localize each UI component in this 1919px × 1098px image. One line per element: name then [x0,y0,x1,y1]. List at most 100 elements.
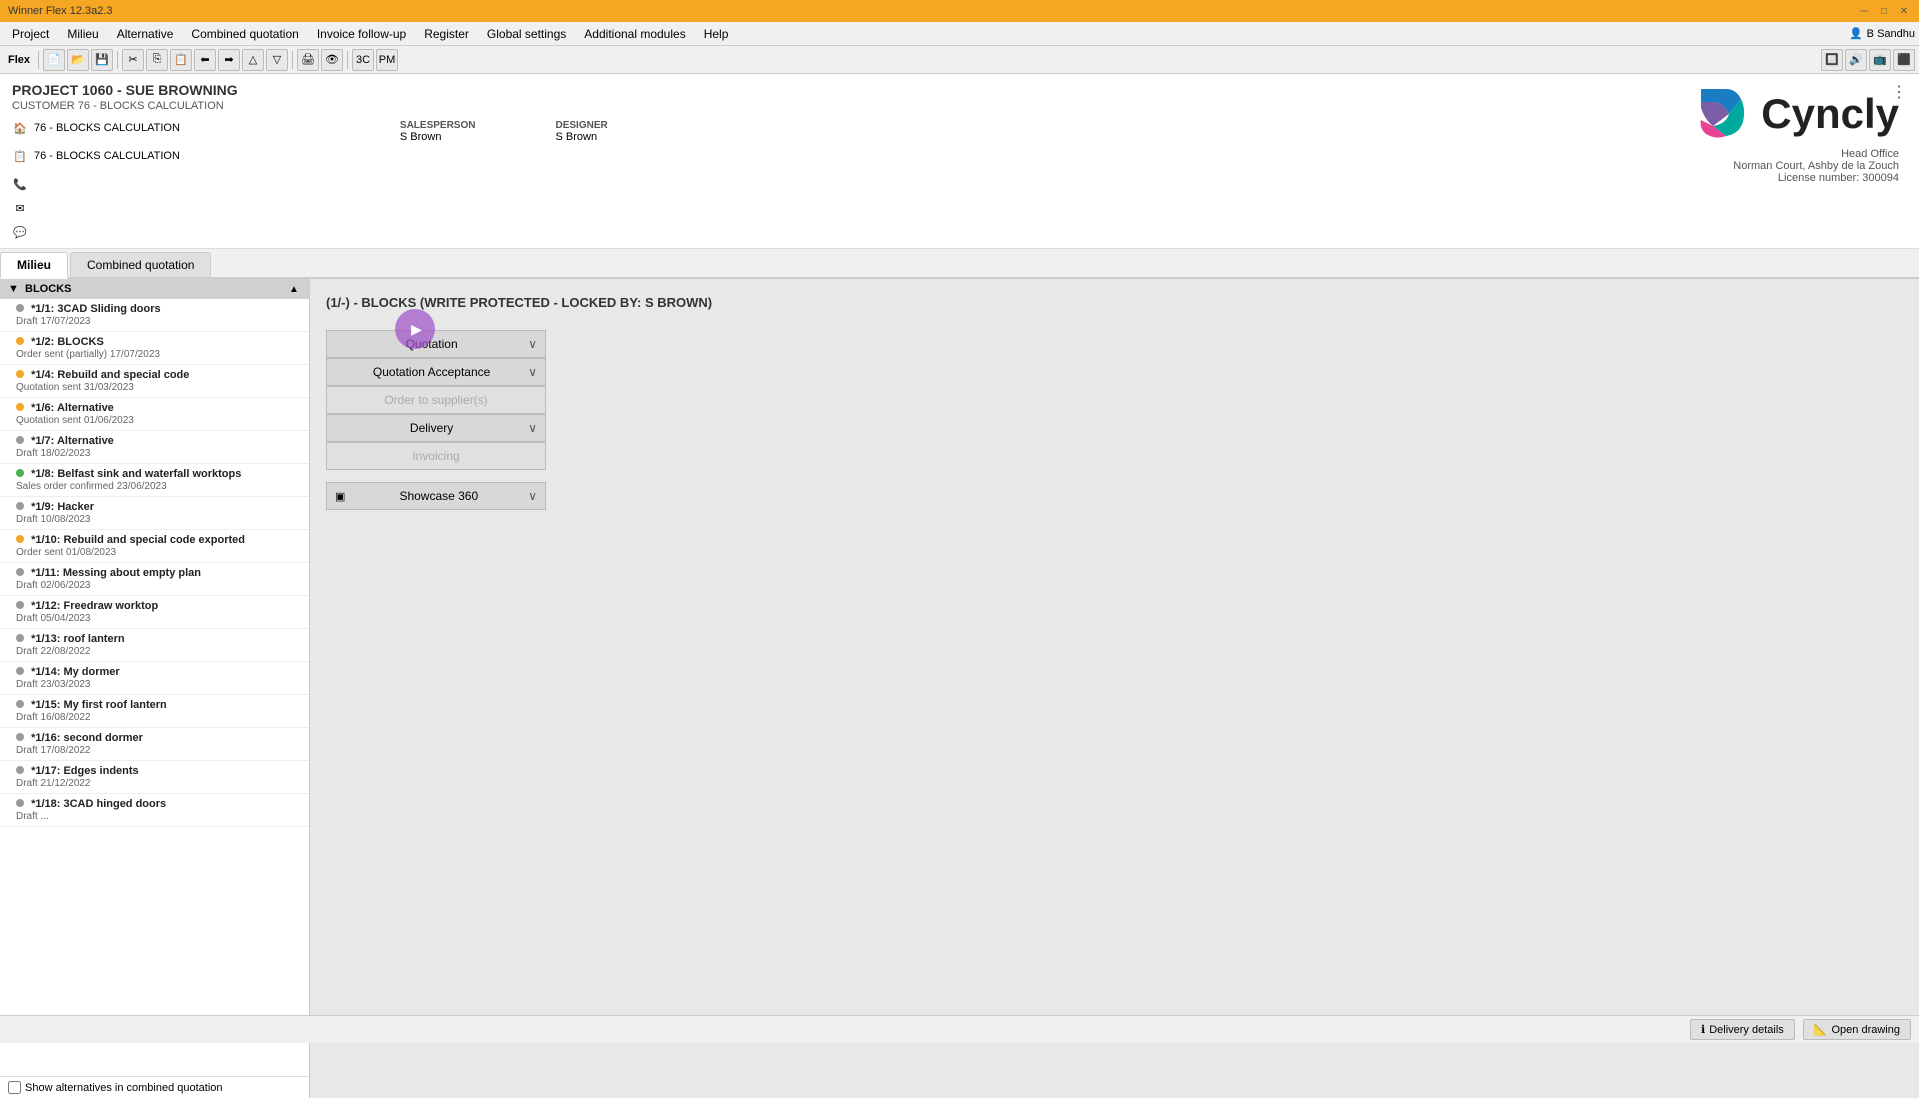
new-button[interactable]: 📄 [43,49,65,71]
menu-alternative[interactable]: Alternative [109,25,182,43]
item-title: *1/2: BLOCKS [16,336,301,348]
list-item[interactable]: *1/15: My first roof lantern Draft 16/08… [0,695,309,728]
status-dot [16,304,24,312]
menu-milieu[interactable]: Milieu [59,25,106,43]
item-title: *1/11: Messing about empty plan [16,567,301,579]
designer-block: DESIGNER S Brown [555,120,607,143]
tb-right-btn-4[interactable]: ⬛ [1893,49,1915,71]
project-subtitle: CUSTOMER 76 - BLOCKS CALCULATION [12,100,1907,112]
email-icon: ✉ [12,200,28,216]
tb-btn-6[interactable]: △ [242,49,264,71]
list-item[interactable]: *1/4: Rebuild and special code Quotation… [0,365,309,398]
menu-register[interactable]: Register [416,25,477,43]
workflow-quotation[interactable]: Quotation ∨ [326,330,546,358]
status-dot [16,535,24,543]
open-drawing-label: Open drawing [1832,1024,1901,1036]
status-dot [16,667,24,675]
save-button[interactable]: 💾 [91,49,113,71]
item-subtitle: Draft 18/02/2023 [16,448,301,459]
cut-button[interactable]: ✂ [122,49,144,71]
menu-additional-modules[interactable]: Additional modules [576,25,693,43]
drawing-icon: 📋 [12,148,28,164]
tab-combined-quotation[interactable]: Combined quotation [70,252,211,277]
item-title: *1/1: 3CAD Sliding doors [16,303,301,315]
tab-milieu[interactable]: Milieu [0,252,68,279]
minimize-button[interactable]: ─ [1857,4,1871,18]
toolbar-label: Flex [4,54,34,66]
menu-bar: Project Milieu Alternative Combined quot… [0,22,1919,46]
item-title: *1/6: Alternative [16,402,301,414]
status-dot [16,436,24,444]
user-area: 👤 B Sandhu [1849,27,1915,40]
tb-right-btn-3[interactable]: 📺 [1869,49,1891,71]
collapse-icon[interactable]: ▼ [8,283,19,295]
menu-help[interactable]: Help [696,25,737,43]
toolbar-sep-3 [292,51,293,69]
delivery-details-label: Delivery details [1709,1024,1784,1036]
list-item[interactable]: *1/1: 3CAD Sliding doors Draft 17/07/202… [0,299,309,332]
salesperson-block: SALESPERSON S Brown [400,120,476,143]
workflow-delivery[interactable]: Delivery ∨ [326,414,546,442]
toolbar-sep-1 [38,51,39,69]
cyncly-logo-icon [1691,84,1751,144]
project-title: PROJECT 1060 - SUE BROWNING [12,82,1907,98]
sidebar-header-label: ▼ BLOCKS [8,283,71,295]
item-subtitle: Quotation sent 31/03/2023 [16,382,301,393]
workflow-label: Invoicing [335,449,537,463]
list-item[interactable]: *1/18: 3CAD hinged doors Draft ... [0,794,309,827]
open-drawing-button[interactable]: 📐 Open drawing [1803,1019,1911,1040]
item-title: *1/10: Rebuild and special code exported [16,534,301,546]
list-item[interactable]: *1/2: BLOCKS Order sent (partially) 17/0… [0,332,309,365]
status-dot [16,370,24,378]
item-title: *1/18: 3CAD hinged doors [16,798,301,810]
tb-btn-4[interactable]: ⬅ [194,49,216,71]
tb-btn-7[interactable]: ▽ [266,49,288,71]
list-item[interactable]: *1/6: Alternative Quotation sent 01/06/2… [0,398,309,431]
print-button[interactable]: 🖨 [297,49,319,71]
paste-button[interactable]: 📋 [170,49,192,71]
workflow-label: Quotation Acceptance [335,365,528,379]
address-line1: Head Office Norman Court, Ashby de la Zo… [1691,148,1899,172]
list-item[interactable]: *1/7: Alternative Draft 18/02/2023 [0,431,309,464]
list-item[interactable]: *1/10: Rebuild and special code exported… [0,530,309,563]
list-item[interactable]: *1/14: My dormer Draft 23/03/2023 [0,662,309,695]
item-subtitle: Draft 17/08/2022 [16,745,301,756]
list-item[interactable]: *1/11: Messing about empty plan Draft 02… [0,563,309,596]
menu-combined-quotation[interactable]: Combined quotation [183,25,306,43]
workflow-label: Delivery [335,421,528,435]
open-button[interactable]: 📂 [67,49,89,71]
workflow-label: Order to supplier(s) [335,393,537,407]
tb-right-btn-2[interactable]: 🔊 [1845,49,1867,71]
delivery-details-button[interactable]: ℹ Delivery details [1690,1019,1795,1040]
list-item[interactable]: *1/9: Hacker Draft 10/08/2023 [0,497,309,530]
menu-invoice-followup[interactable]: Invoice follow-up [309,25,414,43]
workflow-quotation-acceptance[interactable]: Quotation Acceptance ∨ [326,358,546,386]
maximize-button[interactable]: □ [1877,4,1891,18]
item-subtitle: Order sent 01/08/2023 [16,547,301,558]
tb-btn-5[interactable]: ➡ [218,49,240,71]
menu-global-settings[interactable]: Global settings [479,25,574,43]
showcase-row[interactable]: ▣ Showcase 360 ∨ [326,482,546,510]
bottom-bar: ℹ Delivery details 📐 Open drawing [0,1015,1919,1043]
user-name: B Sandhu [1867,28,1915,40]
sidebar-scroll-button[interactable]: ▲ [287,284,301,295]
code1-button[interactable]: 3C [352,49,374,71]
list-item[interactable]: *1/12: Freedraw worktop Draft 05/04/2023 [0,596,309,629]
phone-icon: 📞 [12,176,28,192]
code2-button[interactable]: PM [376,49,398,71]
list-item[interactable]: *1/17: Edges indents Draft 21/12/2022 [0,761,309,794]
item-title: *1/15: My first roof lantern [16,699,301,711]
item-subtitle: Draft 22/08/2022 [16,646,301,657]
tb-right-btn-1[interactable]: 🔲 [1821,49,1843,71]
list-item[interactable]: *1/13: roof lantern Draft 22/08/2022 [0,629,309,662]
list-item[interactable]: *1/16: second dormer Draft 17/08/2022 [0,728,309,761]
copy-button[interactable]: ⎘ [146,49,168,71]
menu-project[interactable]: Project [4,25,57,43]
list-item[interactable]: *1/8: Belfast sink and waterfall worktop… [0,464,309,497]
toolbar-sep-4 [347,51,348,69]
preview-button[interactable]: 👁 [321,49,343,71]
show-alternatives-checkbox[interactable] [8,1081,21,1094]
logo-area: Cyncly Head Office Norman Court, Ashby d… [1691,84,1899,184]
close-button[interactable]: ✕ [1897,4,1911,18]
status-dot [16,634,24,642]
